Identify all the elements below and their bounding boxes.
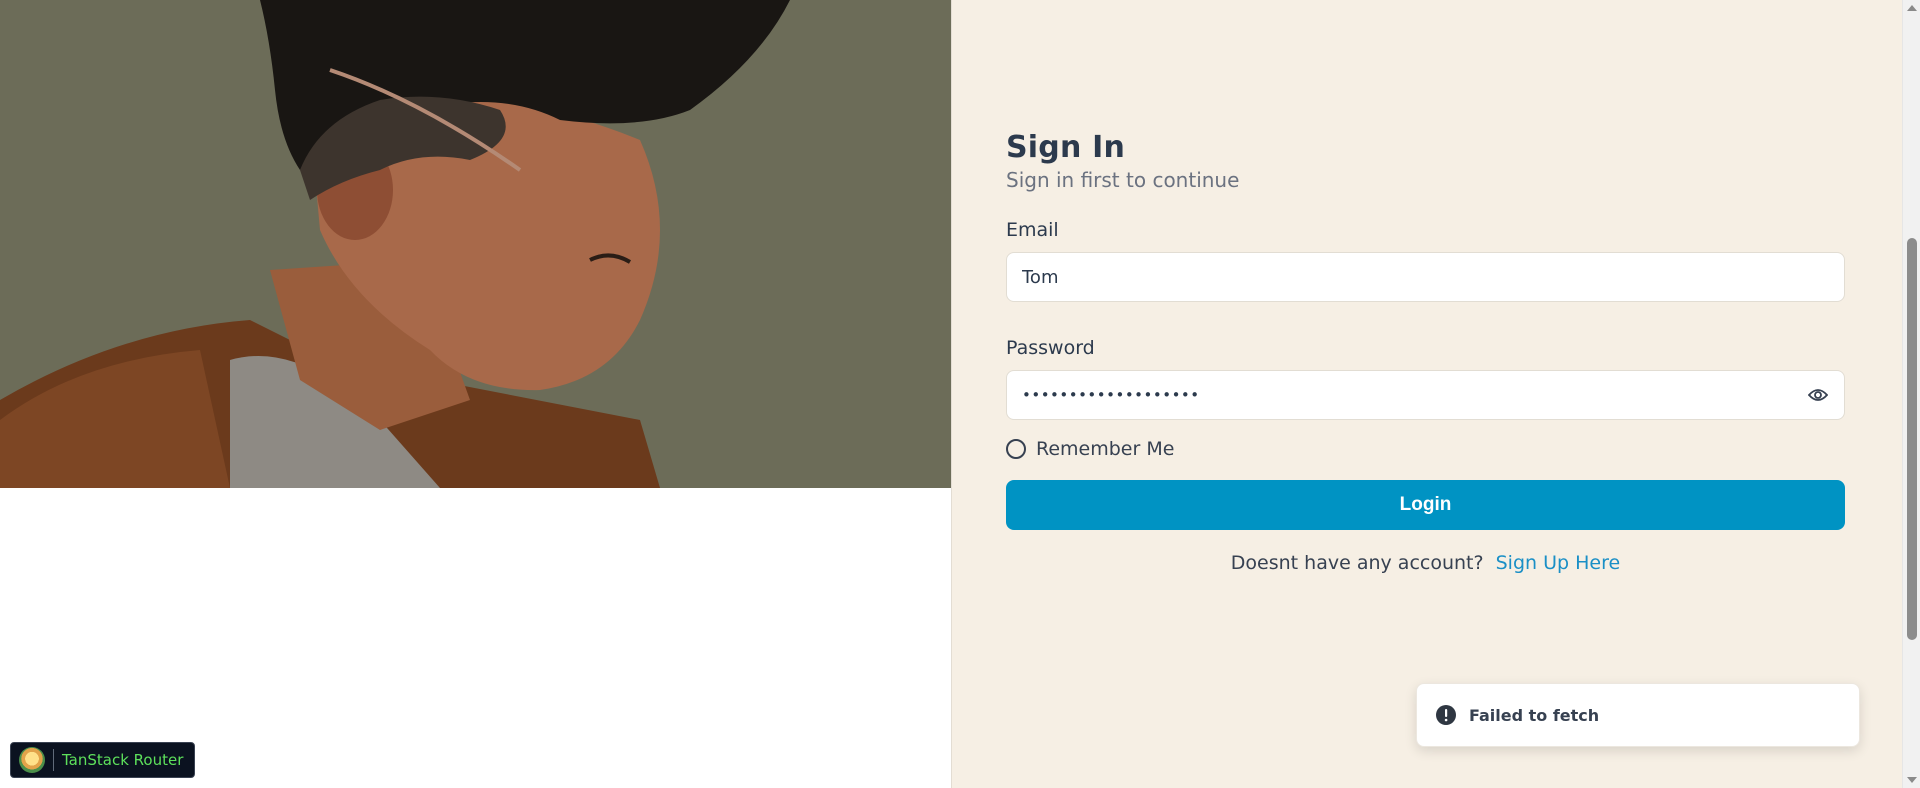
scroll-thumb[interactable] <box>1907 238 1917 640</box>
page-subtitle: Sign in first to continue <box>1006 168 1240 192</box>
tanstack-router-devtools-button[interactable]: TanStack Router <box>10 742 195 778</box>
portrait-illustration <box>0 0 951 488</box>
remember-me[interactable]: Remember Me <box>1006 438 1845 460</box>
login-button[interactable]: Login <box>1006 480 1845 530</box>
remember-label: Remember Me <box>1036 438 1175 460</box>
alert-circle-icon <box>1436 705 1456 725</box>
signup-prompt: Doesnt have any account? <box>1230 552 1484 574</box>
signup-link[interactable]: Sign Up Here <box>1496 552 1621 574</box>
scroll-down-arrow-icon[interactable] <box>1907 777 1917 783</box>
toast-message: Failed to fetch <box>1469 705 1600 725</box>
error-toast: Failed to fetch <box>1416 683 1860 747</box>
sign-in-form: Sign In Sign in first to continue Email … <box>1006 128 1845 574</box>
devtools-label: TanStack Router <box>62 751 184 769</box>
scroll-up-arrow-icon[interactable] <box>1907 5 1917 11</box>
signup-row: Doesnt have any account? Sign Up Here <box>1006 552 1845 574</box>
hero-photo <box>0 0 951 488</box>
password-value: ••••••••••••••••••• <box>1022 386 1200 404</box>
sign-in-panel: Sign In Sign in first to continue Email … <box>952 0 1902 788</box>
password-label: Password <box>1006 337 1095 359</box>
email-value: Tom <box>1022 266 1059 288</box>
badge-separator <box>53 749 54 771</box>
email-label: Email <box>1006 219 1059 241</box>
page-title: Sign In <box>1006 130 1126 165</box>
email-field[interactable]: Tom <box>1006 252 1845 302</box>
remember-radio[interactable] <box>1006 439 1026 459</box>
vertical-scrollbar[interactable] <box>1902 0 1920 788</box>
tanstack-logo-icon <box>19 747 45 773</box>
eye-icon[interactable] <box>1807 384 1829 406</box>
password-field[interactable]: ••••••••••••••••••• <box>1006 370 1845 420</box>
